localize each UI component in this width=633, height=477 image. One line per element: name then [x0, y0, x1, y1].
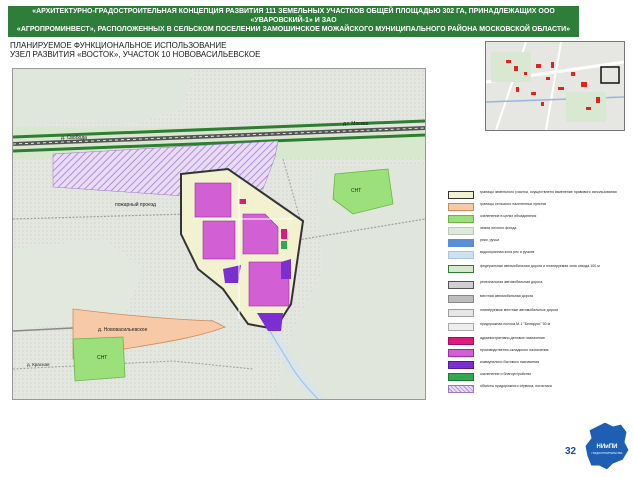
legend-label: придорожная полоса М-1 "Беларусь" 50 м	[480, 322, 551, 326]
legend-swatch	[448, 281, 474, 289]
legend-swatch	[448, 373, 474, 381]
label-krasnaya: д. Красная	[27, 362, 50, 367]
header-title: «АРХИТЕКТУРНО-ГРАДОСТРОИТЕЛЬНАЯ КОНЦЕПЦИ…	[16, 8, 571, 33]
legend-item: местная автомобильная дорога	[448, 294, 628, 303]
legend-item: федеральная автомобильная дорога и плани…	[448, 264, 628, 273]
legend-label: земли лесного фонда	[480, 226, 517, 230]
label-novovasilyevskoe: д. Нововасильевское	[98, 327, 148, 333]
legend-label: объекты придорожного сервиса, логистика	[480, 384, 552, 388]
legend-item: реки, ручьи	[448, 238, 628, 247]
legend-label: коммунально-бытового назначения	[480, 360, 540, 364]
plan-map-graphic: д. Свобода д.г. Москва пожарный проезд д…	[13, 69, 425, 399]
legend-label: производственно-складского назначения	[480, 348, 549, 352]
legend-label: границы сельского населенных пунктов	[480, 202, 547, 206]
emblem-text-1: НИиПИ	[597, 444, 618, 450]
legend-item: границы сельского населенных пунктов	[448, 202, 628, 211]
legend-item: границы земельного участка, осуществлено…	[448, 190, 628, 199]
label-snt-west: СНТ	[97, 355, 107, 361]
legend-item: планируемые местные автомобильные дороги	[448, 308, 628, 317]
legend-swatch	[448, 227, 474, 235]
label-svoboda: д. Свобода	[61, 135, 87, 141]
legend-swatch	[448, 191, 474, 199]
page-number: 32	[565, 446, 577, 457]
legend-swatch	[448, 265, 474, 273]
legend-label: озеленение и благоустройство	[480, 372, 532, 376]
legend-item: коммунально-бытового назначения	[448, 360, 628, 369]
legend-swatch	[448, 385, 474, 393]
legend-label: озеленение в целях объединения	[480, 214, 537, 218]
emblem-logo: НИиПИ ГРАДОСТРОИТЕЛЬСТВА	[583, 420, 631, 472]
main-plan-map: д. Свобода д.г. Москва пожарный проезд д…	[12, 68, 426, 400]
legend-item: производственно-складского назначения	[448, 348, 628, 357]
page-subtitle: ПЛАНИРУЕМОЕ ФУНКЦИОНАЛЬНОЕ ИСПОЛЬЗОВАНИЕ…	[10, 41, 261, 60]
legend-label: водоохранная зона рек и ручьев	[480, 250, 535, 254]
legend-label: региональная автомобильная дорога	[480, 280, 543, 284]
legend-swatch	[448, 309, 474, 317]
legend-item: водоохранная зона рек и ручьев	[448, 250, 628, 259]
legend-swatch	[448, 215, 474, 223]
legend-swatch	[448, 323, 474, 331]
legend-swatch	[448, 337, 474, 345]
legend-item: озеленение и благоустройство	[448, 372, 628, 381]
legend-swatch	[448, 295, 474, 303]
label-proezd: пожарный проезд	[115, 201, 156, 208]
legend-item: административно-деловое назначение	[448, 336, 628, 345]
moscow-region-map-icon: НИиПИ ГРАДОСТРОИТЕЛЬСТВА	[584, 421, 630, 471]
legend-label: реки, ручьи	[480, 238, 500, 242]
legend-item: объекты придорожного сервиса, логистика	[448, 384, 628, 393]
legend-swatch	[448, 239, 474, 247]
inset-overview-map	[485, 41, 625, 131]
legend-swatch	[448, 361, 474, 369]
emblem-text-2: ГРАДОСТРОИТЕЛЬСТВА	[592, 451, 623, 455]
header-bar: «АРХИТЕКТУРНО-ГРАДОСТРОИТЕЛЬНАЯ КОНЦЕПЦИ…	[8, 6, 579, 37]
legend-label: местная автомобильная дорога	[480, 294, 534, 298]
legend-swatch	[448, 203, 474, 211]
legend-swatch	[448, 349, 474, 357]
legend-label: федеральная автомобильная дорога и плани…	[480, 264, 600, 268]
label-moscow: д.г. Москва	[343, 121, 369, 127]
legend-swatch	[448, 251, 474, 259]
legend-item: придорожная полоса М-1 "Беларусь" 50 м	[448, 322, 628, 331]
legend-item: региональная автомобильная дорога	[448, 280, 628, 289]
inset-map-graphic	[485, 41, 625, 131]
label-snt-east: СНТ	[351, 188, 361, 194]
legend-label: планируемые местные автомобильные дороги	[480, 308, 559, 312]
legend-label: административно-деловое назначение	[480, 336, 546, 340]
legend-item: озеленение в целях объединения	[448, 214, 628, 223]
legend-item: земли лесного фонда	[448, 226, 628, 235]
legend-label: границы земельного участка, осуществлено…	[480, 190, 617, 194]
